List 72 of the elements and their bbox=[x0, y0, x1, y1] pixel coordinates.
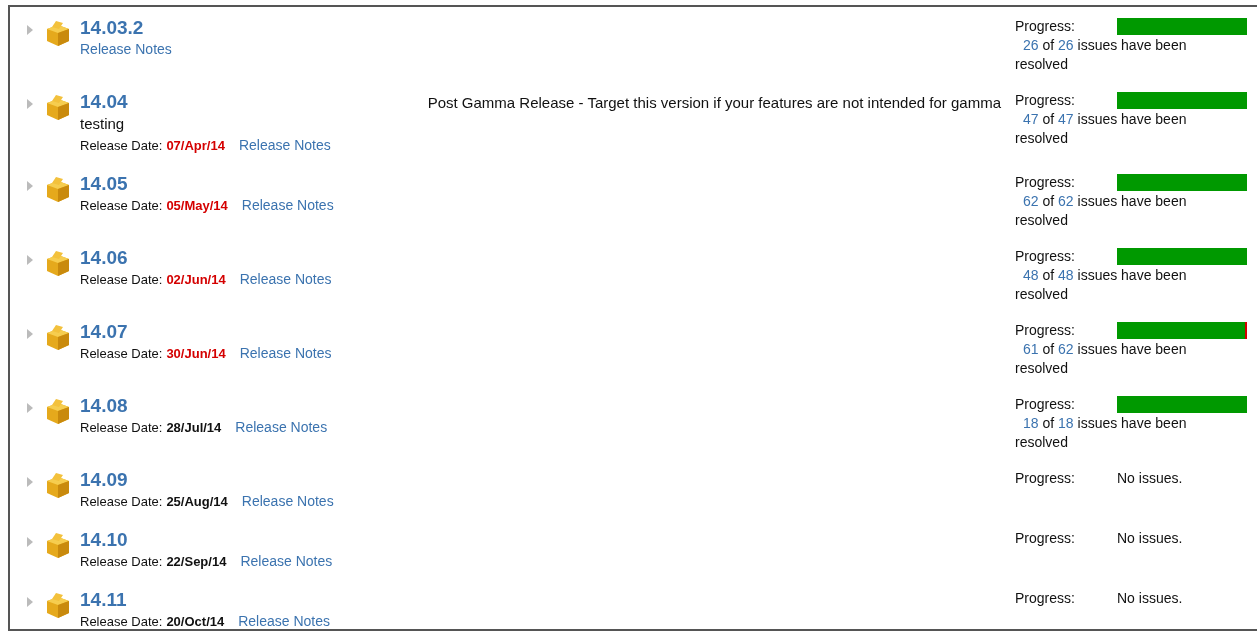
expand-arrow-icon[interactable] bbox=[26, 181, 34, 191]
version-link[interactable]: 14.05 bbox=[80, 173, 128, 195]
progress-label: Progress: bbox=[1015, 17, 1076, 36]
release-date-label: Release Date: bbox=[80, 197, 163, 215]
expand-arrow-icon[interactable] bbox=[26, 537, 34, 547]
release-date-label: Release Date: bbox=[80, 137, 163, 155]
release-notes-link[interactable]: Release Notes bbox=[239, 269, 332, 289]
issues-summary: 47 of 47 issues have been resolved bbox=[1015, 110, 1188, 148]
progress-label: Progress: bbox=[1015, 469, 1076, 488]
progress-label: Progress: bbox=[1015, 173, 1076, 192]
version-description: Post Gamma Release - Target this version if your features are not intended for gamma bbox=[427, 94, 1001, 111]
release-date-label: Release Date: bbox=[80, 553, 163, 571]
version-subtitle: testing bbox=[80, 114, 126, 134]
version-link[interactable]: 14.08 bbox=[80, 395, 128, 417]
issues-summary: 61 of 62 issues have been resolved bbox=[1015, 340, 1188, 378]
package-icon bbox=[44, 175, 72, 203]
release-notes-link[interactable]: Release Notes bbox=[80, 39, 172, 59]
package-icon bbox=[44, 249, 72, 277]
release-date: 30/Jun/14 bbox=[166, 345, 226, 363]
issues-summary: 48 of 48 issues have been resolved bbox=[1015, 266, 1188, 304]
version-link[interactable]: 14.11 bbox=[80, 589, 127, 611]
release-notes-link[interactable]: Release Notes bbox=[241, 491, 334, 511]
version-link[interactable]: 14.03.2 bbox=[80, 17, 144, 39]
release-date: 22/Sep/14 bbox=[166, 553, 227, 571]
issues-summary: 26 of 26 issues have been resolved bbox=[1015, 36, 1188, 74]
release-date-label: Release Date: bbox=[80, 493, 163, 511]
release-notes-link[interactable]: Release Notes bbox=[240, 551, 333, 571]
expand-arrow-icon[interactable] bbox=[26, 255, 34, 265]
package-icon bbox=[44, 19, 72, 47]
release-date: 28/Jul/14 bbox=[166, 419, 222, 437]
release-notes-link[interactable]: Release Notes bbox=[239, 343, 332, 363]
release-date: 05/May/14 bbox=[166, 197, 228, 215]
release-date: 20/Oct/14 bbox=[166, 613, 225, 631]
release-date-label: Release Date: bbox=[80, 345, 163, 363]
progress-label: Progress: bbox=[1015, 91, 1076, 110]
progress-label: Progress: bbox=[1015, 395, 1076, 414]
release-date: 02/Jun/14 bbox=[166, 271, 226, 289]
version-link[interactable]: 14.09 bbox=[80, 469, 128, 491]
release-date: 07/Apr/14 bbox=[166, 137, 225, 155]
expand-arrow-icon[interactable] bbox=[26, 403, 34, 413]
progress-label: Progress: bbox=[1015, 321, 1076, 340]
release-notes-link[interactable]: Release Notes bbox=[238, 135, 331, 155]
package-icon bbox=[44, 93, 72, 121]
release-date-label: Release Date: bbox=[80, 419, 163, 437]
progress-label: Progress: bbox=[1015, 247, 1076, 266]
version-link[interactable]: 14.07 bbox=[80, 321, 128, 343]
package-icon bbox=[44, 591, 72, 619]
release-date-label: Release Date: bbox=[80, 613, 163, 631]
issues-summary: 18 of 18 issues have been resolved bbox=[1015, 414, 1188, 452]
no-issues-text: No issues. bbox=[1117, 469, 1183, 488]
release-notes-link[interactable]: Release Notes bbox=[235, 417, 328, 437]
expand-arrow-icon[interactable] bbox=[26, 25, 34, 35]
package-icon bbox=[44, 471, 72, 499]
package-icon bbox=[44, 531, 72, 559]
expand-arrow-icon[interactable] bbox=[26, 99, 34, 109]
no-issues-text: No issues. bbox=[1117, 589, 1183, 608]
version-link[interactable]: 14.10 bbox=[80, 529, 128, 551]
version-link[interactable]: 14.04 bbox=[80, 91, 128, 113]
release-date-label: Release Date: bbox=[80, 271, 163, 289]
release-date: 25/Aug/14 bbox=[166, 493, 228, 511]
expand-arrow-icon[interactable] bbox=[26, 597, 34, 607]
progress-label: Progress: bbox=[1015, 589, 1076, 608]
release-notes-link[interactable]: Release Notes bbox=[241, 195, 334, 215]
expand-arrow-icon[interactable] bbox=[26, 477, 34, 487]
expand-arrow-icon[interactable] bbox=[26, 329, 34, 339]
issues-summary: 62 of 62 issues have been resolved bbox=[1015, 192, 1188, 230]
version-link[interactable]: 14.06 bbox=[80, 247, 128, 269]
package-icon bbox=[44, 397, 72, 425]
package-icon bbox=[44, 323, 72, 351]
progress-label: Progress: bbox=[1015, 529, 1076, 548]
release-notes-link[interactable]: Release Notes bbox=[238, 611, 331, 631]
no-issues-text: No issues. bbox=[1117, 529, 1183, 548]
